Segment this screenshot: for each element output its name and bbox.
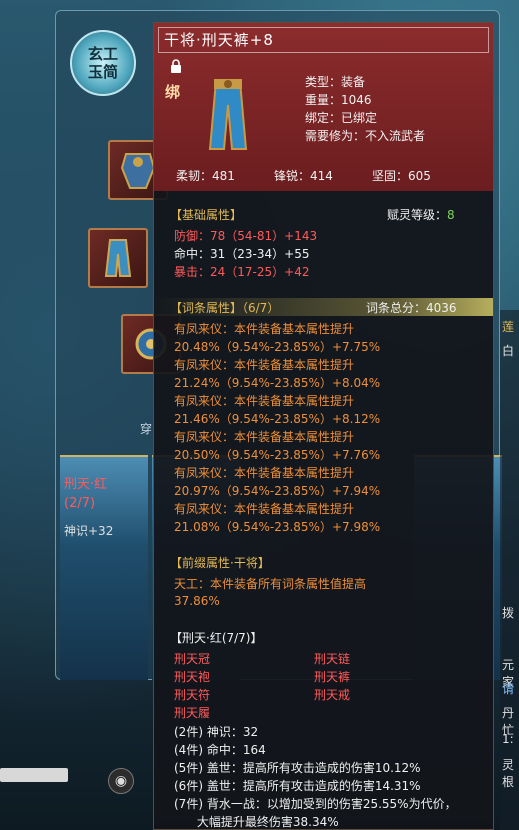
stat-value: 414 [310,169,333,183]
stat-label: 坚固： [372,169,409,183]
base-attr-line: 防御：78（54-81）+143 [174,229,318,243]
info-value: 装备 [341,75,366,89]
affix-total: 词条总分：4036 [366,299,457,316]
spirit-value: 8 [447,208,455,222]
stat-label: 锋锐： [274,169,311,183]
set-card-count: (2/7) [64,496,96,511]
stat-label: 柔韧： [176,169,213,183]
affix-name: 有凤来仪：本件装备基本属性提升 [174,466,355,480]
prefix-attr-header: 【前缀属性·干将】 [170,556,270,570]
info-label: 绑定： [305,111,342,125]
affix-value: 21.08%（9.54%-23.85%）+7.98% [174,520,381,534]
set-piece: 刑天裤 [314,670,351,684]
affix-value: 20.50%（9.54%-23.85%）+7.76% [174,448,381,462]
stat-sturdiness: 坚固：605 [372,167,431,184]
affix-value: 21.24%（9.54%-23.85%）+8.04% [174,376,381,390]
set-piece: 刑天冠 [174,652,211,666]
stat-value: 481 [212,169,235,183]
info-label: 类型： [305,75,342,89]
right-edge-panel [500,310,519,830]
equipment-slot-2[interactable] [88,228,148,288]
set-card-title: 刑天·红 [64,477,108,492]
right-peek-text-8: 灵根 [502,758,515,789]
tooltip-header: 干将·刑天裤+8 绑 类型：装备 重量：1046 绑定：已绑定 需要修为：不入流… [154,23,493,191]
stat-sharpness: 锋锐：414 [274,167,333,184]
right-peek-text-7: 1: [502,732,514,746]
set-bonus: (4件) 命中：164 [174,743,266,757]
right-peek-text-3: 拨 [502,606,515,620]
info-value: 不入流武者 [365,129,426,143]
affix-attr-header: 【词条属性】（6/7） [170,301,280,315]
right-peek-text-2: 白 [502,344,515,358]
bound-tag: 绑 [165,83,181,101]
affix-total-label: 词条总分： [366,301,427,315]
base-attr-line: 暴击：24（17-25）+42 [174,265,310,279]
progress-bar [0,768,68,782]
set-bonus: (2件) 神识：32 [174,725,259,739]
affix-value: 20.48%（9.54%-23.85%）+7.75% [174,340,381,354]
pants-icon [208,79,248,150]
item-tooltip: 干将·刑天裤+8 绑 类型：装备 重量：1046 绑定：已绑定 需要修为：不入流… [153,22,494,830]
spirit-level: 赋灵等级：8 [387,206,455,223]
info-requirement: 需要修为：不入流武者 [305,127,425,144]
info-label: 重量： [305,93,342,107]
badge-line2: 玉简 [87,63,118,81]
affix-name: 有凤来仪：本件装备基本属性提升 [174,322,355,336]
affix-name: 有凤来仪：本件装备基本属性提升 [174,502,355,516]
prefix-line: 37.86% [174,594,220,608]
info-bind: 绑定：已绑定 [305,109,377,126]
set-bonus: (6件) 盖世：提高所有攻击造成的伤害14.31% [174,779,421,793]
info-weight: 重量：1046 [305,91,372,108]
info-value: 1046 [341,93,372,107]
item-title: 干将·刑天裤+8 [158,27,489,53]
base-attr-header: 【基础属性】 [170,208,243,222]
info-type: 类型：装备 [305,73,365,90]
info-label: 需要修为： [305,129,366,143]
base-attr-line: 命中：31（23-34）+55 [174,247,310,261]
lock-icon [171,59,181,73]
prefix-line: 天工：本件装备所有词条属性值提高 [174,577,367,591]
set-bonus: (5件) 盖世：提高所有攻击造成的伤害10.12% [174,761,421,775]
stat-toughness: 柔韧：481 [176,167,235,184]
affix-name: 有凤来仪：本件装备基本属性提升 [174,394,355,408]
set-piece: 刑天链 [314,652,351,666]
affix-name: 有凤来仪：本件装备基本属性提升 [174,430,355,444]
info-value: 已绑定 [341,111,378,125]
affix-name: 有凤来仪：本件装备基本属性提升 [174,358,355,372]
badge-line1: 玄工 [87,45,118,63]
spirit-label: 赋灵等级： [387,208,448,222]
affix-value: 20.97%（9.54%-23.85%）+7.94% [174,484,381,498]
set-card-stat: 神识+32 [64,524,114,538]
set-piece: 刑天符 [174,688,211,702]
affix-total-value: 4036 [426,301,457,315]
affix-value: 21.46%（9.54%-23.85%）+8.12% [174,412,381,426]
stat-value: 605 [408,169,431,183]
set-header: 【刑天·红(7/7)】 [170,631,263,645]
set-bonus: 大幅提升最终伤害38.34% [174,815,339,829]
pants-icon [104,239,132,277]
panel-text-fragment: 穿 [140,422,153,436]
set-piece: 刑天戒 [314,688,351,702]
set-bonus: (7件) 背水一战：以增加受到的伤害25.55%为代价， [174,797,457,811]
mouse-icon: ◉ [108,768,134,794]
right-peek-text-5: 请 [502,682,515,696]
xuangong-yujian-badge[interactable]: 玄工 玉简 [70,30,136,96]
set-piece: 刑天履 [174,706,211,720]
right-peek-text-1: 莲 [502,320,515,334]
set-piece: 刑天袍 [174,670,211,684]
